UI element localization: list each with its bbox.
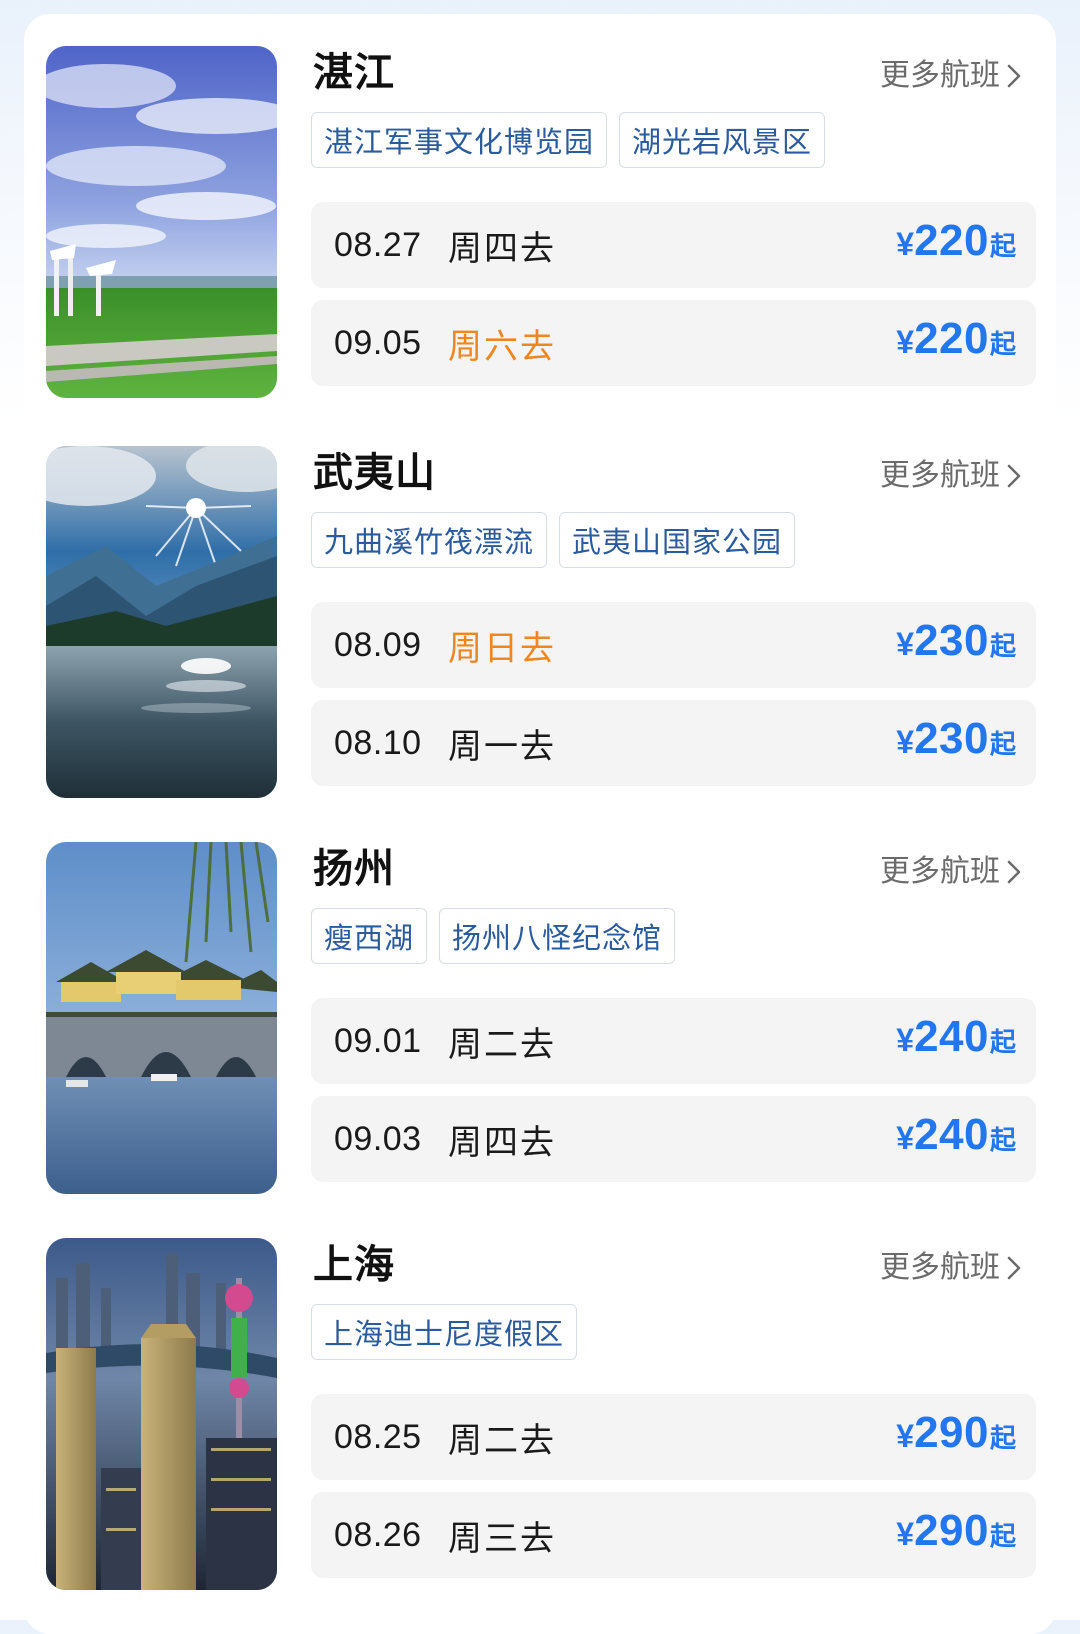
flight-price: ¥230 起 bbox=[896, 602, 1016, 688]
destination-item-wuyishan: 武夷山 更多航班 九曲溪竹筏漂流 武夷山国家公园 08.09 周日去 ¥230 起… bbox=[46, 446, 1036, 798]
chevron-right-icon bbox=[1007, 860, 1021, 884]
price-currency: ¥ bbox=[896, 1022, 915, 1058]
price-amount: 220 bbox=[914, 314, 989, 363]
flight-day: 周四去 bbox=[448, 228, 556, 269]
flight-option[interactable]: 09.01 周二去 ¥240 起 bbox=[311, 998, 1036, 1084]
price-suffix: 起 bbox=[989, 730, 1016, 760]
attraction-tag[interactable]: 扬州八怪纪念馆 bbox=[439, 908, 676, 964]
attraction-tag[interactable]: 瘦西湖 bbox=[311, 908, 428, 964]
flight-option[interactable]: 08.27 周四去 ¥220 起 bbox=[311, 202, 1036, 288]
chevron-right-icon bbox=[1007, 64, 1021, 88]
attraction-tag[interactable]: 上海迪士尼度假区 bbox=[311, 1304, 578, 1360]
price-currency: ¥ bbox=[896, 626, 915, 662]
price-currency: ¥ bbox=[896, 1418, 915, 1454]
flight-day: 周二去 bbox=[448, 1420, 556, 1461]
more-flights-link[interactable]: 更多航班 bbox=[880, 56, 1024, 96]
price-suffix: 起 bbox=[989, 330, 1016, 360]
wuyishan-mountain-lake-photo bbox=[46, 446, 277, 798]
price-currency: ¥ bbox=[896, 724, 915, 760]
price-currency: ¥ bbox=[896, 1516, 915, 1552]
destination-photo[interactable] bbox=[46, 446, 277, 798]
price-amount: 240 bbox=[914, 1110, 989, 1159]
price-suffix: 起 bbox=[989, 1028, 1016, 1058]
flight-option[interactable]: 08.10 周一去 ¥230 起 bbox=[311, 700, 1036, 786]
flight-price: ¥220 起 bbox=[896, 202, 1016, 288]
destination-item-zhanjiang: 湛江 更多航班 湛江军事文化博览园 湖光岩风景区 08.27 周四去 ¥220 起… bbox=[46, 46, 1036, 398]
more-flights-label: 更多航班 bbox=[880, 458, 1000, 493]
destination-item-shanghai: 上海 更多航班 上海迪士尼度假区 08.25 周二去 ¥290 起 08.26 周… bbox=[46, 1238, 1036, 1590]
price-suffix: 起 bbox=[989, 632, 1016, 662]
shanghai-skyline-night-photo bbox=[46, 1238, 277, 1590]
flight-day: 周日去 bbox=[448, 628, 556, 669]
flight-day: 周三去 bbox=[448, 1518, 556, 1559]
destination-name: 武夷山 bbox=[313, 450, 436, 496]
destination-photo[interactable] bbox=[46, 842, 277, 1194]
price-amount: 230 bbox=[914, 714, 989, 763]
more-flights-label: 更多航班 bbox=[880, 1250, 1000, 1285]
price-amount: 230 bbox=[914, 616, 989, 665]
destination-name: 湛江 bbox=[313, 50, 395, 96]
destination-item-yangzhou: 扬州 更多航班 瘦西湖 扬州八怪纪念馆 09.01 周二去 ¥240 起 09.0… bbox=[46, 842, 1036, 1194]
more-flights-link[interactable]: 更多航班 bbox=[880, 456, 1024, 496]
flight-date: 08.10 bbox=[334, 723, 422, 762]
flight-price: ¥240 起 bbox=[896, 1096, 1016, 1182]
more-flights-label: 更多航班 bbox=[880, 854, 1000, 889]
flight-day: 周二去 bbox=[448, 1024, 556, 1065]
flight-date: 09.01 bbox=[334, 1021, 422, 1060]
price-currency: ¥ bbox=[896, 1120, 915, 1156]
destination-photo[interactable] bbox=[46, 46, 277, 398]
chevron-right-icon bbox=[1007, 464, 1021, 488]
attraction-tags: 湛江军事文化博览园 湖光岩风景区 bbox=[311, 112, 826, 168]
flight-date: 08.25 bbox=[334, 1417, 422, 1456]
flight-price: ¥220 起 bbox=[896, 300, 1016, 386]
destination-name: 扬州 bbox=[313, 846, 395, 892]
flight-date: 09.03 bbox=[334, 1119, 422, 1158]
destination-photo[interactable] bbox=[46, 1238, 277, 1590]
flight-option[interactable]: 09.05 周六去 ¥220 起 bbox=[311, 300, 1036, 386]
attraction-tag[interactable]: 九曲溪竹筏漂流 bbox=[311, 512, 548, 568]
flight-date: 08.09 bbox=[334, 625, 422, 664]
price-currency: ¥ bbox=[896, 324, 915, 360]
price-currency: ¥ bbox=[896, 226, 915, 262]
price-amount: 240 bbox=[914, 1012, 989, 1061]
flight-price: ¥290 起 bbox=[896, 1394, 1016, 1480]
price-suffix: 起 bbox=[989, 1126, 1016, 1156]
price-amount: 290 bbox=[914, 1506, 989, 1555]
attraction-tag[interactable]: 湛江军事文化博览园 bbox=[311, 112, 608, 168]
more-flights-link[interactable]: 更多航班 bbox=[880, 852, 1024, 892]
price-amount: 220 bbox=[914, 216, 989, 265]
flight-day: 周一去 bbox=[448, 726, 556, 767]
flight-option[interactable]: 09.03 周四去 ¥240 起 bbox=[311, 1096, 1036, 1182]
flight-price: ¥230 起 bbox=[896, 700, 1016, 786]
flight-option[interactable]: 08.09 周日去 ¥230 起 bbox=[311, 602, 1036, 688]
flight-date: 08.27 bbox=[334, 225, 422, 264]
more-flights-link[interactable]: 更多航班 bbox=[880, 1248, 1024, 1288]
price-amount: 290 bbox=[914, 1408, 989, 1457]
flight-date: 08.26 bbox=[334, 1515, 422, 1554]
more-flights-label: 更多航班 bbox=[880, 58, 1000, 93]
attraction-tag[interactable]: 湖光岩风景区 bbox=[619, 112, 826, 168]
attraction-tag[interactable]: 武夷山国家公园 bbox=[559, 512, 796, 568]
attraction-tags: 九曲溪竹筏漂流 武夷山国家公园 bbox=[311, 512, 796, 568]
flight-day: 周六去 bbox=[448, 326, 556, 367]
flight-date: 09.05 bbox=[334, 323, 422, 362]
flight-day: 周四去 bbox=[448, 1122, 556, 1163]
price-suffix: 起 bbox=[989, 1424, 1016, 1454]
chevron-right-icon bbox=[1007, 1256, 1021, 1280]
price-suffix: 起 bbox=[989, 232, 1016, 262]
flight-price: ¥290 起 bbox=[896, 1492, 1016, 1578]
attraction-tags: 瘦西湖 扬州八怪纪念馆 bbox=[311, 908, 676, 964]
yangzhou-five-pavilion-bridge-photo bbox=[46, 842, 277, 1194]
zhanjiang-coast-photo bbox=[46, 46, 277, 398]
destination-name: 上海 bbox=[313, 1242, 395, 1288]
flight-option[interactable]: 08.25 周二去 ¥290 起 bbox=[311, 1394, 1036, 1480]
price-suffix: 起 bbox=[989, 1522, 1016, 1552]
flight-price: ¥240 起 bbox=[896, 998, 1016, 1084]
flight-option[interactable]: 08.26 周三去 ¥290 起 bbox=[311, 1492, 1036, 1578]
attraction-tags: 上海迪士尼度假区 bbox=[311, 1304, 578, 1360]
